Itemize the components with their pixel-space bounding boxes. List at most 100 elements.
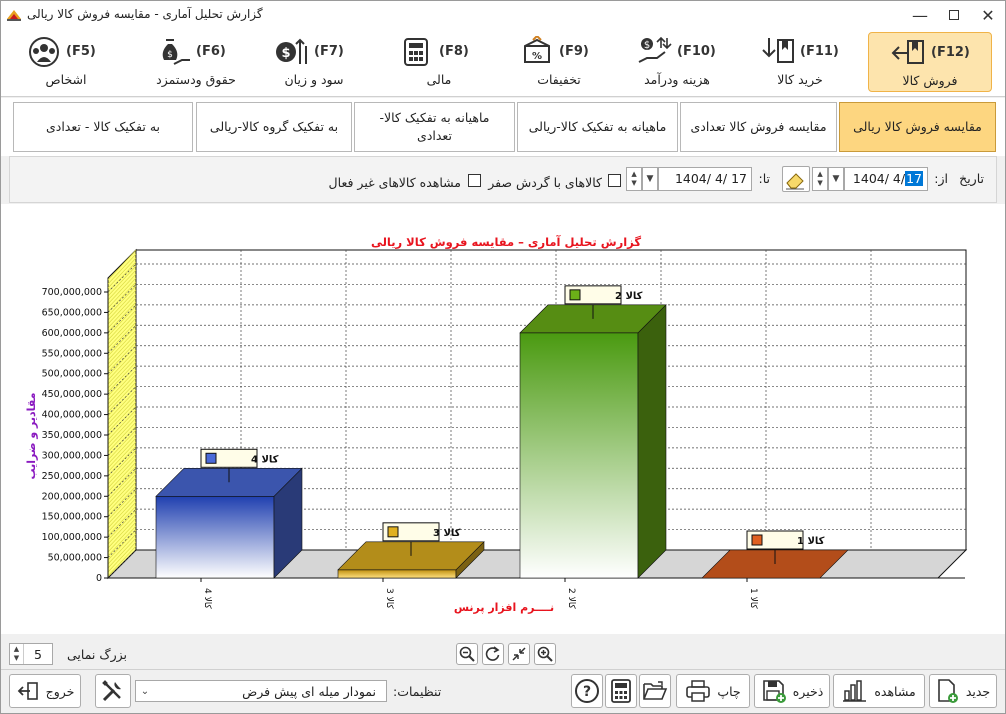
tab-shortcut-key: (F6)	[196, 44, 226, 59]
open-button[interactable]	[639, 674, 671, 708]
svg-text:کالا 2: کالا 2	[615, 291, 643, 302]
svg-text:?: ?	[583, 684, 591, 700]
tab-label: مالی	[426, 72, 452, 87]
chevron-down-icon: ⌄	[140, 685, 150, 697]
tab-shortcut-key: (F9)	[559, 44, 589, 59]
eraser-icon	[786, 173, 804, 190]
y-tick-label: 250,000,000	[42, 471, 102, 482]
tab-profit-loss[interactable]: $ (F7) سود و زیان	[258, 32, 370, 92]
svg-text:کالا 1: کالا 1	[797, 536, 825, 547]
fit-view-button[interactable]	[508, 643, 530, 665]
save-label: ذخیره	[792, 683, 824, 699]
hand-coins-icon: $	[638, 36, 672, 63]
discount-box-icon: %	[524, 36, 550, 63]
exit-button[interactable]: خروج	[9, 674, 81, 708]
calculator-icon	[404, 38, 428, 66]
zoom-spinner[interactable]: ▲ ▼	[10, 644, 24, 664]
to-date-dropdown[interactable]: ▼	[642, 167, 658, 191]
close-button[interactable]: ✕	[971, 1, 1005, 29]
svg-text:%: %	[532, 51, 542, 62]
settings-value: نمودار میله ای پیش فرض	[242, 683, 376, 699]
y-tick-label: 600,000,000	[42, 328, 102, 339]
arrow-left-bookmark-icon	[891, 40, 924, 64]
report-category-tabs: (F12) فروش کالا (F11) خرید کالا $ (F10) هزینه …	[1, 29, 1005, 97]
y-tick-label: 350,000,000	[42, 430, 102, 441]
window-title: گزارش تحلیل آماری - مقایسه فروش کالا ریا…	[27, 7, 263, 21]
new-document-icon	[938, 679, 958, 703]
bar-front	[519, 332, 639, 579]
zoom-level-input[interactable]: ▲ ▼ 5	[9, 643, 53, 665]
tab-label: اشخاص	[45, 72, 87, 87]
zoom-out-button[interactable]	[456, 643, 478, 665]
tab-payroll[interactable]: $ (F6) حقوق ودستمزد	[134, 32, 258, 92]
from-date-spinner[interactable]: ▲ ▼	[812, 167, 828, 191]
subtab-4[interactable]: ماهیانه به تفکیک کالا-تعدادی	[354, 102, 515, 152]
subtab-1[interactable]: مقایسه فروش کالا ریالی	[839, 102, 996, 152]
from-label: از:	[934, 171, 948, 186]
tab-shortcut-key: (F5)	[66, 44, 96, 59]
from-date-input[interactable]: 1404/ 4/17	[844, 167, 928, 191]
help-button[interactable]: ?	[571, 674, 603, 708]
clear-date-button[interactable]	[782, 166, 810, 192]
print-label: چاپ	[717, 683, 741, 699]
x-tick-label: کالا 1	[748, 588, 758, 609]
bar-front	[155, 495, 275, 579]
tab-purchase[interactable]: (F11) خرید کالا	[746, 32, 854, 92]
view-button[interactable]: مشاهده	[833, 674, 925, 708]
subtab-5[interactable]: به تفکیک گروه کالا-ریالی	[196, 102, 352, 152]
reset-view-button[interactable]	[482, 643, 504, 665]
chart-panel: 0 50,000,000 100,000,000 150,000,000 200,000…	[1, 204, 1005, 634]
svg-text:$: $	[281, 46, 290, 61]
tab-persons[interactable]: (F5) اشخاص	[11, 32, 121, 92]
minimize-button[interactable]: —	[903, 1, 937, 29]
bar-3: کالا 2	[519, 285, 667, 579]
from-date-dropdown[interactable]: ▼	[828, 167, 844, 191]
x-tick-label: کالا 4	[202, 588, 212, 609]
settings-select[interactable]: نمودار میله ای پیش فرض ⌄	[135, 680, 387, 702]
save-disk-icon	[762, 680, 786, 703]
view-label: مشاهده	[874, 683, 916, 699]
new-button[interactable]: جدید	[929, 674, 997, 708]
bar-front	[337, 569, 457, 579]
zero-turnover-label: کالاهای با گردش صفر	[488, 175, 602, 190]
y-tick-label: 50,000,000	[48, 553, 102, 564]
y-tick-label: 400,000,000	[42, 410, 102, 421]
subtab-6[interactable]: به تفکیک کالا - تعدادی	[13, 102, 193, 152]
subtab-2[interactable]: مقایسه فروش کالا تعدادی	[680, 102, 837, 152]
tools-button[interactable]	[95, 674, 131, 708]
zoom-in-button[interactable]	[534, 643, 556, 665]
tab-shortcut-key: (F10)	[677, 44, 716, 59]
save-button[interactable]: ذخیره	[754, 674, 830, 708]
zoom-label: بزرگ نمایی	[67, 647, 127, 662]
app-window: گزارش تحلیل آماری - مقایسه فروش کالا ریا…	[0, 0, 1006, 714]
chart-footer: نــــرم افزار پرنس	[454, 601, 554, 614]
tab-label: سود و زیان	[284, 72, 344, 87]
zero-turnover-checkbox[interactable]	[608, 174, 621, 187]
title-bar: گزارش تحلیل آماری - مقایسه فروش کالا ریا…	[1, 1, 1005, 29]
inactive-items-checkbox[interactable]	[468, 174, 481, 187]
svg-text:کالا 3: کالا 3	[433, 528, 461, 539]
open-folder-icon	[643, 681, 668, 700]
tab-shortcut-key: (F8)	[439, 44, 469, 59]
to-label: تا:	[758, 171, 771, 186]
exit-door-icon	[17, 682, 38, 700]
tab-label: فروش کالا	[902, 73, 958, 88]
to-date-input[interactable]: 1404/ 4/ 17	[658, 167, 752, 191]
print-button[interactable]: چاپ	[676, 674, 750, 708]
zoom-toolbar: ▲ ▼ 5 بزرگ نمایی	[1, 637, 1005, 669]
tab-sales[interactable]: (F12) فروش کالا	[868, 32, 992, 92]
to-date-spinner[interactable]: ▲ ▼	[626, 167, 642, 191]
subtab-3[interactable]: ماهیانه به تفکیک کالا-ریالی	[517, 102, 678, 152]
calculator-button[interactable]	[605, 674, 637, 708]
report-subtabs: مقایسه فروش کالا ریالی مقایسه فروش کالا ت…	[1, 98, 1005, 156]
calculator-icon	[611, 679, 631, 703]
tab-label: حقوق ودستمزد	[156, 72, 236, 87]
tab-discounts[interactable]: % (F9) تخفیفات	[507, 32, 611, 92]
tab-financial[interactable]: (F8) مالی	[385, 32, 493, 92]
maximize-button[interactable]	[937, 1, 971, 29]
y-tick-label: 700,000,000	[42, 287, 102, 298]
date-filter-panel: تاریخ از: 1404/ 4/17 ▼ ▲ ▼ تا: 1404/ 4/ 1…	[9, 156, 997, 203]
dollar-arrows-icon: $	[276, 38, 307, 64]
people-group-icon	[29, 37, 59, 67]
tab-expense-income[interactable]: $ (F10) هزینه ودرآمد	[621, 32, 733, 92]
